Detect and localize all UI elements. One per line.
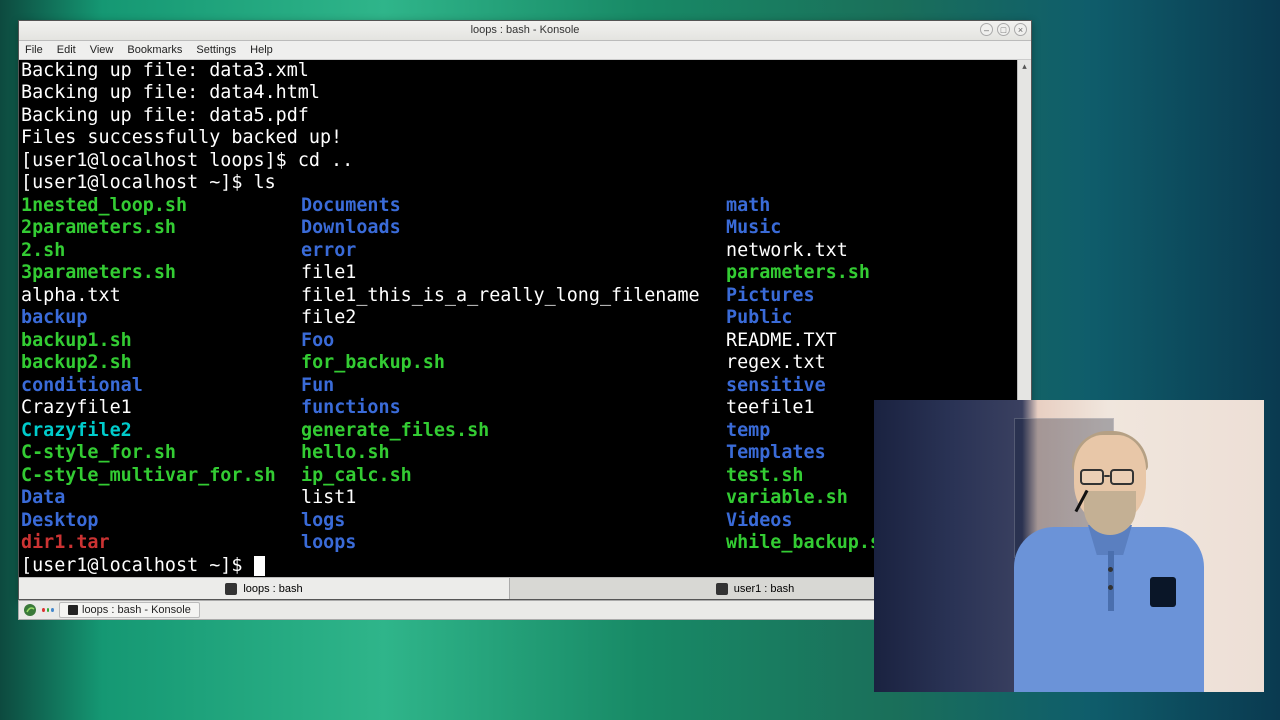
ls-entry: list1: [301, 487, 356, 508]
ls-entry: Fun: [301, 375, 334, 396]
menu-bar: File Edit View Bookmarks Settings Help: [19, 41, 1031, 60]
ls-entry: Crazyfile2: [21, 420, 132, 441]
ls-entry: error: [301, 240, 356, 261]
ls-entry: backup: [21, 307, 87, 328]
ls-entry: regex.txt: [726, 352, 826, 373]
ls-entry: math: [726, 195, 770, 216]
presenter-figure: [1034, 435, 1194, 692]
ls-entry: parameters.sh: [726, 262, 870, 283]
menu-edit[interactable]: Edit: [57, 44, 76, 56]
ls-entry: file1_this_is_a_really_long_filename: [301, 285, 700, 306]
window-minimize-button[interactable]: –: [980, 23, 993, 36]
ls-entry: 3parameters.sh: [21, 262, 176, 283]
ls-entry: dir1.tar: [21, 532, 110, 553]
ls-entry: alpha.txt: [21, 285, 121, 306]
window-close-button[interactable]: ×: [1014, 23, 1027, 36]
ls-entry: backup2.sh: [21, 352, 132, 373]
window-maximize-button[interactable]: □: [997, 23, 1010, 36]
ls-entry: README.TXT: [726, 330, 837, 351]
ls-entry: Templates: [726, 442, 826, 463]
ls-entry: C-style_for.sh: [21, 442, 176, 463]
ls-entry: Downloads: [301, 217, 401, 238]
taskbar-app-button[interactable]: loops : bash - Konsole: [59, 602, 200, 618]
ls-entry: Pictures: [726, 285, 815, 306]
ls-entry: Data: [21, 487, 65, 508]
scroll-up-button[interactable]: ▴: [1018, 60, 1031, 74]
ls-entry: Crazyfile1: [21, 397, 132, 418]
menu-view[interactable]: View: [90, 44, 114, 56]
desktop-taskbar: loops : bash - Konsole: [18, 600, 876, 620]
gecko-icon[interactable]: [23, 603, 37, 617]
ls-entry: test.sh: [726, 465, 804, 486]
menu-file[interactable]: File: [25, 44, 43, 56]
ls-entry: 2parameters.sh: [21, 217, 176, 238]
terminal-icon: [68, 605, 78, 615]
window-titlebar[interactable]: loops : bash - Konsole – □ ×: [19, 21, 1031, 41]
ls-entry: Public: [726, 307, 792, 328]
tab-loops-bash[interactable]: loops : bash: [19, 578, 510, 599]
ls-entry: network.txt: [726, 240, 848, 261]
ls-entry: Music: [726, 217, 781, 238]
taskbar-app-label: loops : bash - Konsole: [82, 604, 191, 616]
ls-entry: 2.sh: [21, 240, 65, 261]
ls-entry: Desktop: [21, 510, 99, 531]
terminal-icon: [225, 583, 237, 595]
ls-entry: file1: [301, 262, 356, 283]
menu-help[interactable]: Help: [250, 44, 273, 56]
ls-entry: generate_files.sh: [301, 420, 489, 441]
ls-entry: while_backup.s: [726, 532, 881, 553]
ls-entry: Foo: [301, 330, 334, 351]
ls-entry: ip_calc.sh: [301, 465, 412, 486]
ls-entry: Documents: [301, 195, 401, 216]
ls-entry: temp: [726, 420, 770, 441]
terminal-icon: [716, 583, 728, 595]
ls-entry: 1nested_loop.sh: [21, 195, 187, 216]
terminal-cursor: [254, 556, 265, 576]
ls-entry: file2: [301, 307, 356, 328]
tab-label: loops : bash: [243, 583, 302, 595]
ls-entry: for_backup.sh: [301, 352, 445, 373]
ls-entry: teefile1: [726, 397, 815, 418]
ls-entry: functions: [301, 397, 401, 418]
ls-entry: Videos: [726, 510, 792, 531]
ls-entry: C-style_multivar_for.sh: [21, 465, 276, 486]
menu-bookmarks[interactable]: Bookmarks: [127, 44, 182, 56]
ls-entry: hello.sh: [301, 442, 390, 463]
ls-entry: backup1.sh: [21, 330, 132, 351]
terminal-output[interactable]: Backing up file: data3.xml Backing up fi…: [19, 60, 1017, 578]
ls-entry: variable.sh: [726, 487, 848, 508]
tab-label: user1 : bash: [734, 583, 795, 595]
activities-icon[interactable]: [41, 603, 55, 617]
menu-settings[interactable]: Settings: [196, 44, 236, 56]
presenter-video-overlay: [874, 400, 1264, 692]
ls-entry: logs: [301, 510, 345, 531]
ls-entry: sensitive: [726, 375, 826, 396]
window-title: loops : bash - Konsole: [471, 24, 580, 36]
ls-entry: conditional: [21, 375, 143, 396]
ls-entry: loops: [301, 532, 356, 553]
